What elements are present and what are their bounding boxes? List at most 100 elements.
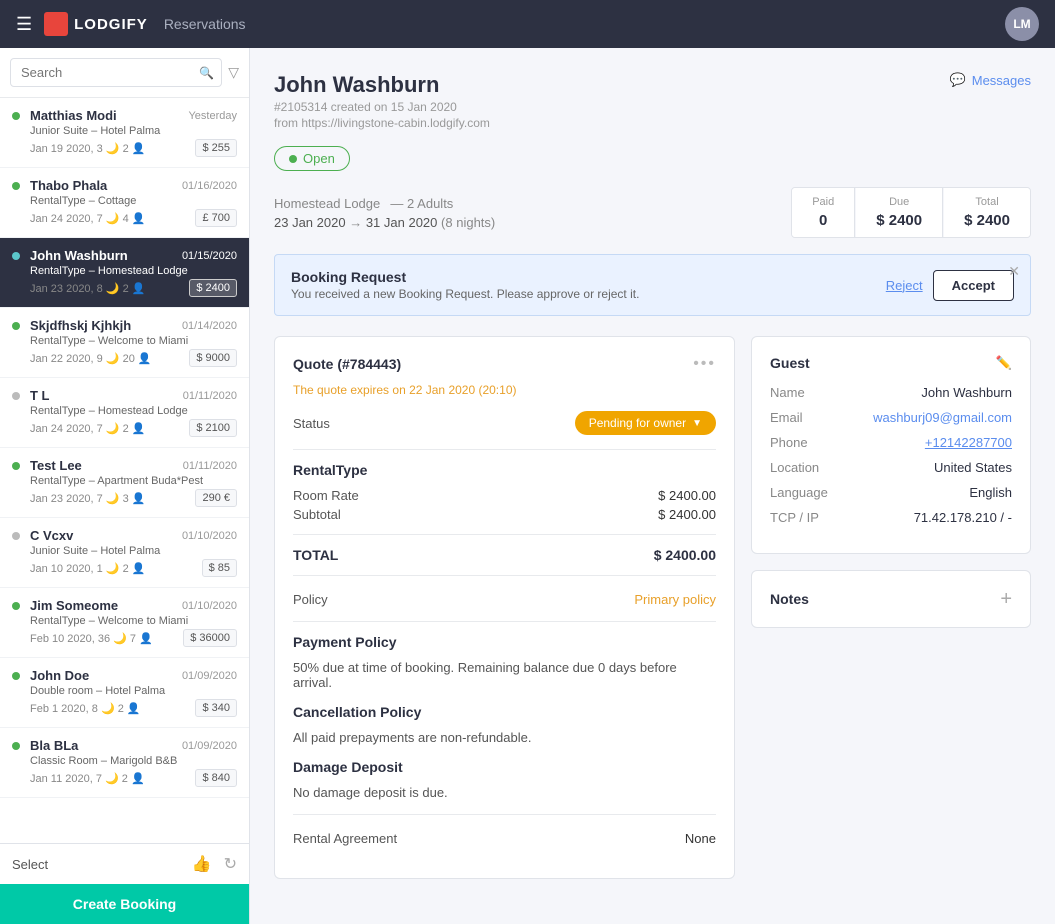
content-header: John Washburn #2105314 created on 15 Jan…	[274, 72, 1031, 130]
search-icon: 🔍	[199, 66, 214, 80]
status-dot	[12, 672, 20, 680]
edit-icon[interactable]: ✏️	[996, 355, 1012, 371]
total-row: TOTAL $ 2400.00	[293, 547, 716, 563]
quote-card-header: Quote (#784443) •••	[293, 355, 716, 373]
guest-name-row: Name John Washburn	[770, 385, 1012, 400]
total-value: $ 2400	[964, 212, 1010, 229]
subtotal-value: $ 2400.00	[658, 507, 716, 522]
damage-deposit-title: Damage Deposit	[293, 759, 716, 775]
status-dot	[12, 602, 20, 610]
booking-info: Homestead Lodge — 2 Adults 23 Jan 2020 →…	[274, 195, 495, 230]
main-layout: 🔍 ▽ Matthias Modi Yesterday Junior Suite…	[0, 48, 1055, 924]
due-value: $ 2400	[876, 212, 922, 229]
search-input[interactable]	[10, 58, 222, 87]
total-label: TOTAL	[293, 547, 338, 563]
room-rate-value: $ 2400.00	[658, 488, 716, 503]
total-label: Total	[964, 196, 1010, 208]
created-text: created on 15 Jan 2020	[331, 100, 457, 114]
guest-tcpip-value: 71.42.178.210 / -	[914, 510, 1012, 525]
list-item[interactable]: Bla BLa 01/09/2020 Classic Room – Marigo…	[0, 728, 249, 798]
avatar[interactable]: LM	[1005, 7, 1039, 41]
language-field-label: Language	[770, 485, 828, 500]
subtotal-label: Subtotal	[293, 507, 341, 522]
booking-meta: #2105314 created on 15 Jan 2020	[274, 100, 490, 114]
alert-close-icon[interactable]: ✕	[1008, 263, 1020, 280]
rental-agreement-row: Rental Agreement None	[293, 827, 716, 846]
policy-value[interactable]: Primary policy	[634, 592, 716, 607]
guest-info: John Washburn #2105314 created on 15 Jan…	[274, 72, 490, 130]
list-item[interactable]: Skjdfhskj Kjhkjh 01/14/2020 RentalType –…	[0, 308, 249, 378]
logo-text: LODGIFY	[74, 16, 148, 33]
pending-badge[interactable]: Pending for owner ▼	[575, 411, 716, 435]
guest-email-value[interactable]: washburj09@gmail.com	[873, 410, 1012, 425]
add-note-button[interactable]: +	[1000, 589, 1012, 609]
reject-button[interactable]: Reject	[886, 278, 923, 293]
messages-button[interactable]: 💬 Messages	[950, 72, 1031, 88]
quote-card: Quote (#784443) ••• The quote expires on…	[274, 336, 735, 879]
bottom-icons: 👍 ↻	[192, 854, 237, 874]
cancellation-policy-desc: All paid prepayments are non-refundable.	[293, 730, 716, 745]
guest-tcpip-row: TCP / IP 71.42.178.210 / -	[770, 510, 1012, 525]
total-box: Total $ 2400	[944, 188, 1030, 237]
two-col-layout: Quote (#784443) ••• The quote expires on…	[274, 336, 1031, 895]
accept-button[interactable]: Accept	[933, 270, 1014, 301]
subtotal-row: Subtotal $ 2400.00	[293, 507, 716, 522]
list-item[interactable]: C Vcxv 01/10/2020 Junior Suite – Hotel P…	[0, 518, 249, 588]
messages-label: Messages	[972, 73, 1031, 88]
status-dot	[12, 532, 20, 540]
guest-name: John Washburn	[274, 72, 490, 98]
list-item[interactable]: John Washburn 01/15/2020 RentalType – Ho…	[0, 238, 249, 308]
select-label: Select	[12, 857, 48, 872]
list-item[interactable]: Matthias Modi Yesterday Junior Suite – H…	[0, 98, 249, 168]
refresh-icon[interactable]: ↻	[224, 854, 237, 874]
main-content: John Washburn #2105314 created on 15 Jan…	[250, 48, 1055, 924]
list-item[interactable]: Thabo Phala 01/16/2020 RentalType – Cott…	[0, 168, 249, 238]
status-badge: Open	[274, 146, 350, 171]
list-item[interactable]: Jim Someome 01/10/2020 RentalType – Welc…	[0, 588, 249, 658]
from-url: from https://livingstone-cabin.lodgify.c…	[274, 116, 490, 130]
room-rate-label: Room Rate	[293, 488, 359, 503]
guest-phone-row: Phone +12142287700	[770, 435, 1012, 450]
list-item[interactable]: John Doe 01/09/2020 Double room – Hotel …	[0, 658, 249, 728]
status-text: Open	[303, 151, 335, 166]
tcpip-field-label: TCP / IP	[770, 510, 819, 525]
filter-icon[interactable]: ▽	[228, 64, 239, 81]
status-dot	[12, 742, 20, 750]
alert-description: You received a new Booking Request. Plea…	[291, 287, 639, 301]
damage-deposit-desc: No damage deposit is due.	[293, 785, 716, 800]
location-field-label: Location	[770, 460, 819, 475]
top-nav: ☰ LODGIFY Reservations LM	[0, 0, 1055, 48]
paid-value: 0	[812, 212, 834, 229]
status-field-label: Status	[293, 416, 330, 431]
policy-label: Policy	[293, 592, 328, 607]
guest-location-row: Location United States	[770, 460, 1012, 475]
booking-source: from https://livingstone-cabin.lodgify.c…	[274, 116, 490, 130]
thumbs-up-icon[interactable]: 👍	[192, 854, 212, 874]
message-icon: 💬	[950, 72, 966, 88]
search-area: 🔍 ▽	[0, 48, 249, 98]
page-title: Reservations	[164, 16, 246, 32]
status-row: Status Pending for owner ▼	[293, 411, 716, 435]
status-dot	[12, 112, 20, 120]
create-booking-button[interactable]: Create Booking	[0, 884, 249, 924]
guest-phone-value[interactable]: +12142287700	[925, 435, 1012, 450]
logo: LODGIFY	[44, 12, 148, 36]
status-dot	[12, 182, 20, 190]
more-options-icon[interactable]: •••	[693, 355, 716, 373]
left-column: Quote (#784443) ••• The quote expires on…	[274, 336, 735, 895]
pending-caret-icon: ▼	[692, 418, 702, 429]
guest-language-value: English	[969, 485, 1012, 500]
guest-card-title: Guest	[770, 355, 810, 371]
right-column: Guest ✏️ Name John Washburn Email washbu…	[751, 336, 1031, 895]
hamburger-icon[interactable]: ☰	[16, 14, 32, 35]
alert-content: Booking Request You received a new Booki…	[291, 269, 639, 301]
phone-field-label: Phone	[770, 435, 808, 450]
list-item[interactable]: T L 01/11/2020 RentalType – Homestead Lo…	[0, 378, 249, 448]
booking-id: #2105314	[274, 100, 327, 114]
list-item[interactable]: Test Lee 01/11/2020 RentalType – Apartme…	[0, 448, 249, 518]
alert-actions: Reject Accept	[886, 270, 1014, 301]
booking-request-alert: ✕ Booking Request You received a new Boo…	[274, 254, 1031, 316]
status-dot	[12, 322, 20, 330]
pending-text: Pending for owner	[589, 416, 686, 430]
status-dot	[12, 252, 20, 260]
